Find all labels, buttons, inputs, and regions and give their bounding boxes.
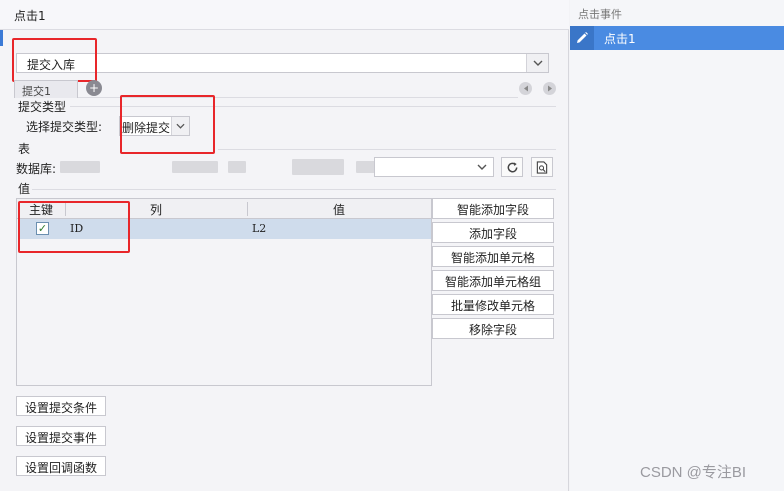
remove-field-button[interactable]: 移除字段 [432, 318, 554, 339]
checkmark-icon: ✓ [37, 222, 48, 235]
event-list-item-label: 点击1 [604, 32, 636, 46]
table-section-label: 表 [18, 142, 31, 156]
chevron-down-icon[interactable] [526, 54, 548, 72]
column-separator [247, 202, 248, 216]
smart-add-cell-button[interactable]: 智能添加单元格 [432, 246, 554, 267]
divider [218, 149, 556, 150]
pencil-icon[interactable] [570, 26, 594, 50]
refresh-icon[interactable] [501, 157, 523, 177]
submit-action-value: 提交入库 [27, 58, 76, 72]
tab-submit1[interactable]: 提交1 [14, 80, 78, 98]
submit-action-select[interactable]: 提交入库 [16, 53, 549, 73]
values-section-label: 值 [18, 182, 31, 196]
submit-type-section-label: 提交类型 [18, 100, 67, 114]
column-header-column[interactable]: 列 [65, 199, 247, 219]
submit-type-select[interactable]: 删除提交 [119, 116, 190, 136]
column-header-value[interactable]: 值 [247, 199, 431, 219]
cell-column[interactable]: ID [70, 222, 83, 235]
chevron-down-icon[interactable] [471, 158, 493, 176]
add-circle-icon[interactable]: + [86, 80, 102, 96]
event-list-item[interactable]: 点击1 [570, 26, 784, 50]
preview-icon[interactable] [531, 157, 553, 177]
choose-submit-type-label: 选择提交类型: [26, 120, 103, 134]
events-panel-header: 点击事件 [578, 8, 622, 21]
table-row[interactable]: ✓ ID L2 [18, 219, 431, 239]
set-callback-function-button[interactable]: 设置回调函数 [16, 456, 107, 476]
column-separator [65, 202, 66, 216]
values-table: 主键 列 值 ✓ ID L2 [16, 198, 432, 386]
dialog-title-bar [0, 0, 569, 30]
table-select[interactable] [374, 157, 494, 177]
arrow-right-icon[interactable] [543, 82, 556, 95]
watermark: CSDN @专注BI [640, 464, 747, 481]
dialog-title: 点击1 [14, 9, 46, 23]
left-accent-bar [0, 30, 3, 46]
smart-add-cell-group-button[interactable]: 智能添加单元格组 [432, 270, 554, 291]
add-field-button[interactable]: 添加字段 [432, 222, 554, 243]
batch-edit-cells-button[interactable]: 批量修改单元格 [432, 294, 554, 315]
set-submit-condition-button[interactable]: 设置提交条件 [16, 396, 107, 416]
arrow-left-icon[interactable] [519, 82, 532, 95]
set-submit-event-button[interactable]: 设置提交事件 [16, 426, 107, 446]
divider [32, 189, 556, 190]
column-header-primary-key[interactable]: 主键 [17, 199, 65, 219]
submit-type-value: 删除提交 [122, 121, 171, 135]
events-panel [570, 0, 784, 491]
tab-label: 提交1 [22, 85, 51, 98]
tab-underline [78, 97, 518, 98]
divider [70, 106, 556, 107]
database-label: 数据库: [16, 162, 57, 176]
cell-value[interactable]: L2 [252, 222, 266, 235]
primary-key-checkbox[interactable]: ✓ [36, 222, 49, 235]
chevron-down-icon[interactable] [171, 117, 189, 135]
smart-add-field-button[interactable]: 智能添加字段 [432, 198, 554, 219]
